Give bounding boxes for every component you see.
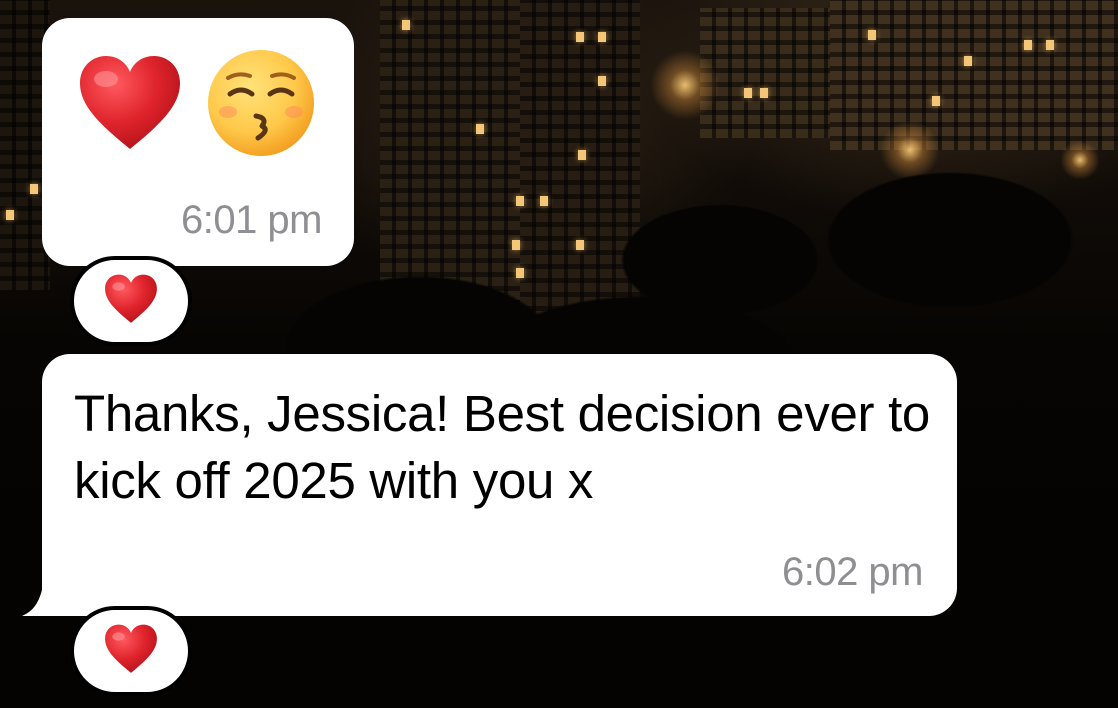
message-text: Thanks, Jessica! Best decision ever to k… <box>74 385 930 509</box>
emoji-row <box>76 48 316 158</box>
red-heart-icon <box>103 273 159 330</box>
reaction-badge[interactable] <box>70 606 192 696</box>
wallpaper-window <box>1024 40 1032 50</box>
wallpaper-window <box>598 76 606 86</box>
wallpaper-window <box>868 30 876 40</box>
message-bubble-emoji[interactable]: 6:01 pm <box>42 18 354 266</box>
wallpaper-window <box>932 96 940 106</box>
wallpaper-window <box>402 20 410 30</box>
wallpaper-window <box>744 88 752 98</box>
red-heart-icon <box>76 53 184 153</box>
wallpaper-building <box>700 8 830 138</box>
message-timestamp: 6:01 pm <box>180 198 323 242</box>
wallpaper-window <box>576 32 584 42</box>
wallpaper-light <box>650 50 720 120</box>
kissing-face-icon <box>206 48 316 158</box>
wallpaper-window <box>760 88 768 98</box>
red-heart-icon <box>103 623 159 680</box>
message-timestamp: 6:02 pm <box>781 550 924 594</box>
message-bubble-text[interactable]: Thanks, Jessica! Best decision ever to k… <box>42 354 957 616</box>
wallpaper-window <box>1046 40 1054 50</box>
wallpaper-window <box>598 32 606 42</box>
reaction-badge[interactable] <box>70 256 192 346</box>
wallpaper-window <box>964 56 972 66</box>
